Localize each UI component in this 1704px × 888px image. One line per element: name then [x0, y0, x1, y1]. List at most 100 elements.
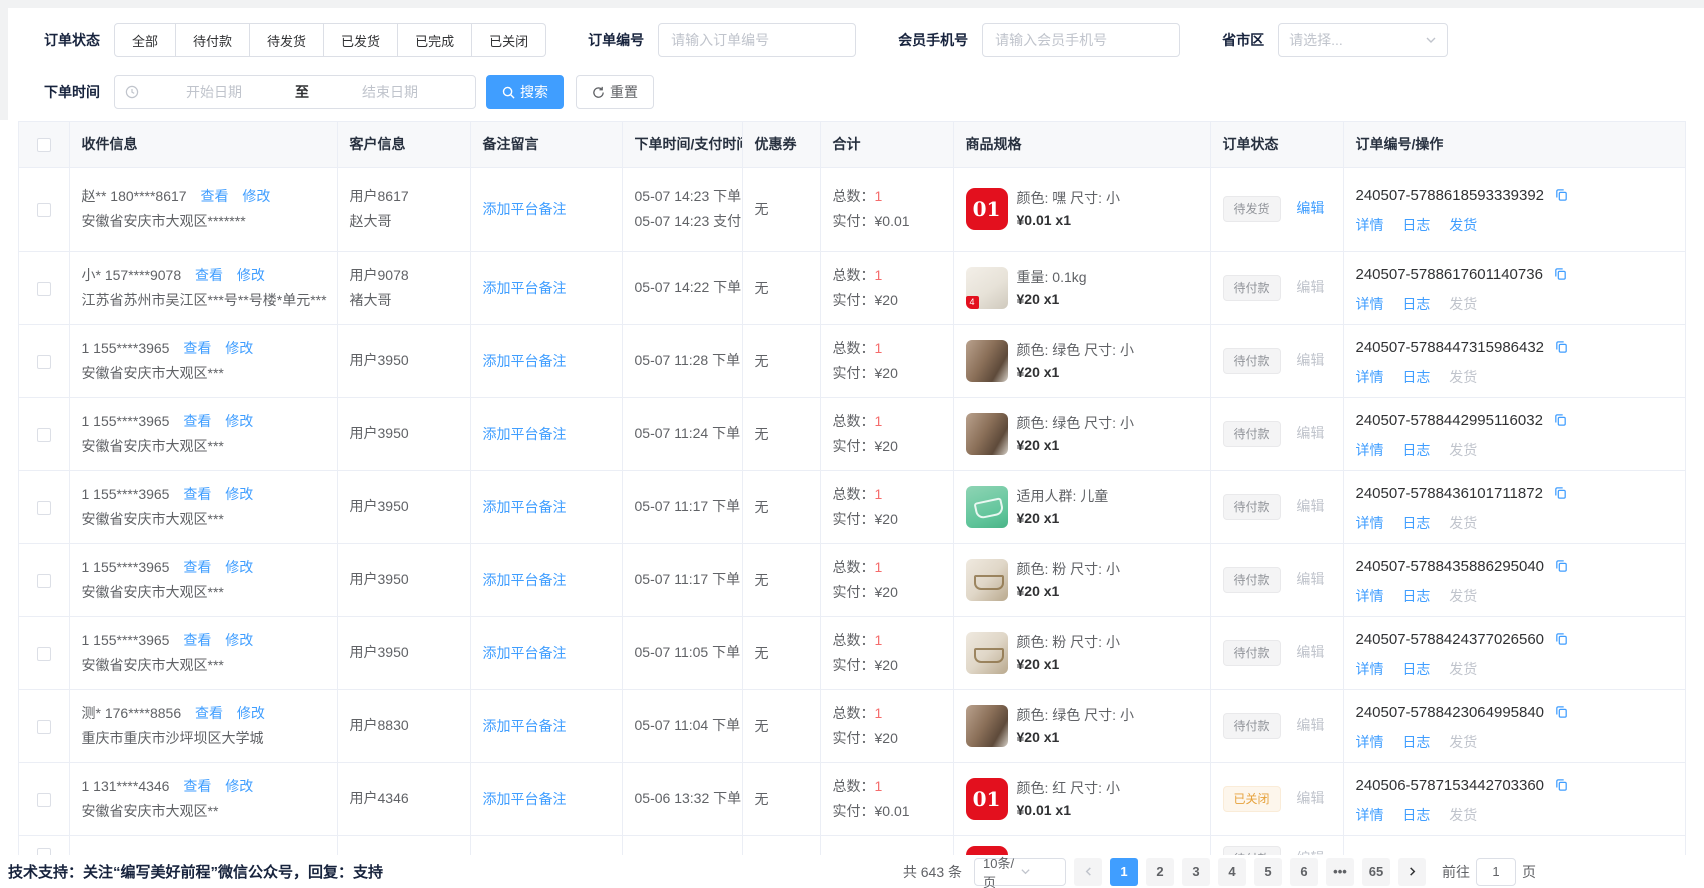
status-tab-all[interactable]: 全部	[114, 23, 176, 57]
copy-order-number-icon[interactable]	[1554, 706, 1569, 723]
add-platform-note-link[interactable]: 添加平台备注	[483, 280, 567, 296]
add-platform-note-link[interactable]: 添加平台备注	[483, 718, 567, 734]
log-link[interactable]: 日志	[1402, 515, 1430, 531]
status-tab-closed[interactable]: 已关闭	[472, 23, 546, 57]
log-link[interactable]: 日志	[1402, 588, 1430, 604]
edit-status-link[interactable]: 编辑	[1296, 279, 1324, 295]
search-button[interactable]: 搜索	[486, 75, 564, 109]
ship-link[interactable]: 发货	[1449, 661, 1477, 677]
log-link[interactable]: 日志	[1402, 217, 1430, 233]
modify-address-link[interactable]: 修改	[225, 778, 253, 794]
page-button-2[interactable]: 2	[1146, 858, 1174, 886]
ship-link[interactable]: 发货	[1449, 296, 1477, 312]
copy-order-number-icon[interactable]	[1553, 414, 1568, 431]
log-link[interactable]: 日志	[1402, 734, 1430, 750]
view-address-link[interactable]: 查看	[183, 559, 211, 575]
end-date-placeholder[interactable]: 结束日期	[315, 82, 465, 102]
edit-status-link[interactable]: 编辑	[1296, 498, 1324, 514]
row-checkbox[interactable]	[37, 848, 51, 855]
copy-order-number-icon[interactable]	[1554, 341, 1569, 358]
row-checkbox[interactable]	[37, 203, 51, 217]
view-address-link[interactable]: 查看	[183, 486, 211, 502]
modify-address-link[interactable]: 修改	[225, 486, 253, 502]
copy-order-number-icon[interactable]	[1554, 633, 1569, 650]
log-link[interactable]: 日志	[1402, 369, 1430, 385]
pagination-ellipsis[interactable]: •••	[1326, 858, 1354, 886]
edit-status-link[interactable]: 编辑	[1296, 425, 1324, 441]
status-tab-shipped[interactable]: 已发货	[324, 23, 398, 57]
add-platform-note-link[interactable]: 添加平台备注	[483, 572, 567, 588]
row-checkbox[interactable]	[37, 355, 51, 369]
ship-link[interactable]: 发货	[1449, 588, 1477, 604]
region-select[interactable]: 请选择...	[1278, 23, 1448, 57]
ship-link[interactable]: 发货	[1449, 217, 1477, 233]
edit-status-link[interactable]: 编辑	[1296, 200, 1324, 216]
page-button-4[interactable]: 4	[1218, 858, 1246, 886]
page-button-6[interactable]: 6	[1290, 858, 1318, 886]
goto-page-input[interactable]	[1476, 858, 1516, 886]
prev-page-button[interactable]	[1074, 858, 1102, 886]
ship-link[interactable]: 发货	[1449, 442, 1477, 458]
modify-address-link[interactable]: 修改	[237, 705, 265, 721]
ship-link[interactable]: 发货	[1449, 369, 1477, 385]
add-platform-note-link[interactable]: 添加平台备注	[483, 499, 567, 515]
edit-status-link[interactable]: 编辑	[1296, 644, 1324, 660]
view-address-link[interactable]: 查看	[195, 705, 223, 721]
modify-address-link[interactable]: 修改	[237, 267, 265, 283]
log-link[interactable]: 日志	[1402, 807, 1430, 823]
date-range-picker[interactable]: 开始日期 至 结束日期	[114, 75, 476, 109]
row-checkbox[interactable]	[37, 428, 51, 442]
view-address-link[interactable]: 查看	[183, 778, 211, 794]
log-link[interactable]: 日志	[1402, 661, 1430, 677]
edit-status-link[interactable]: 编辑	[1296, 717, 1324, 733]
detail-link[interactable]: 详情	[1356, 217, 1384, 233]
detail-link[interactable]: 详情	[1356, 734, 1384, 750]
detail-link[interactable]: 详情	[1356, 515, 1384, 531]
row-checkbox[interactable]	[37, 647, 51, 661]
add-platform-note-link[interactable]: 添加平台备注	[483, 645, 567, 661]
page-button-5[interactable]: 5	[1254, 858, 1282, 886]
view-address-link[interactable]: 查看	[183, 340, 211, 356]
member-phone-input[interactable]	[982, 23, 1180, 57]
ship-link[interactable]: 发货	[1449, 515, 1477, 531]
ship-link[interactable]: 发货	[1449, 807, 1477, 823]
add-platform-note-link[interactable]: 添加平台备注	[483, 201, 567, 217]
status-tab-completed[interactable]: 已完成	[398, 23, 472, 57]
row-checkbox[interactable]	[37, 282, 51, 296]
view-address-link[interactable]: 查看	[195, 267, 223, 283]
view-address-link[interactable]: 查看	[200, 188, 228, 204]
row-checkbox[interactable]	[37, 720, 51, 734]
row-checkbox[interactable]	[37, 793, 51, 807]
add-platform-note-link[interactable]: 添加平台备注	[483, 791, 567, 807]
detail-link[interactable]: 详情	[1356, 442, 1384, 458]
row-checkbox[interactable]	[37, 574, 51, 588]
page-button-3[interactable]: 3	[1182, 858, 1210, 886]
add-platform-note-link[interactable]: 添加平台备注	[483, 353, 567, 369]
modify-address-link[interactable]: 修改	[225, 340, 253, 356]
modify-address-link[interactable]: 修改	[242, 188, 270, 204]
detail-link[interactable]: 详情	[1356, 661, 1384, 677]
page-button-1[interactable]: 1	[1110, 858, 1138, 886]
select-all-checkbox[interactable]	[37, 138, 51, 152]
view-address-link[interactable]: 查看	[183, 413, 211, 429]
copy-order-number-icon[interactable]	[1554, 189, 1569, 206]
detail-link[interactable]: 详情	[1356, 296, 1384, 312]
add-platform-note-link[interactable]: 添加平台备注	[483, 426, 567, 442]
log-link[interactable]: 日志	[1402, 296, 1430, 312]
start-date-placeholder[interactable]: 开始日期	[139, 82, 289, 102]
copy-order-number-icon[interactable]	[1554, 779, 1569, 796]
detail-link[interactable]: 详情	[1356, 369, 1384, 385]
page-button-65[interactable]: 65	[1362, 858, 1390, 886]
edit-status-link[interactable]: 编辑	[1296, 790, 1324, 806]
modify-address-link[interactable]: 修改	[225, 413, 253, 429]
log-link[interactable]: 日志	[1402, 442, 1430, 458]
edit-status-link[interactable]: 编辑	[1296, 571, 1324, 587]
modify-address-link[interactable]: 修改	[225, 559, 253, 575]
status-tab-pending-payment[interactable]: 待付款	[176, 23, 250, 57]
view-address-link[interactable]: 查看	[183, 632, 211, 648]
copy-order-number-icon[interactable]	[1554, 560, 1569, 577]
reset-button[interactable]: 重置	[576, 75, 654, 109]
row-checkbox[interactable]	[37, 501, 51, 515]
page-size-select[interactable]: 10条/页	[974, 858, 1066, 886]
edit-status-link[interactable]: 编辑	[1296, 352, 1324, 368]
